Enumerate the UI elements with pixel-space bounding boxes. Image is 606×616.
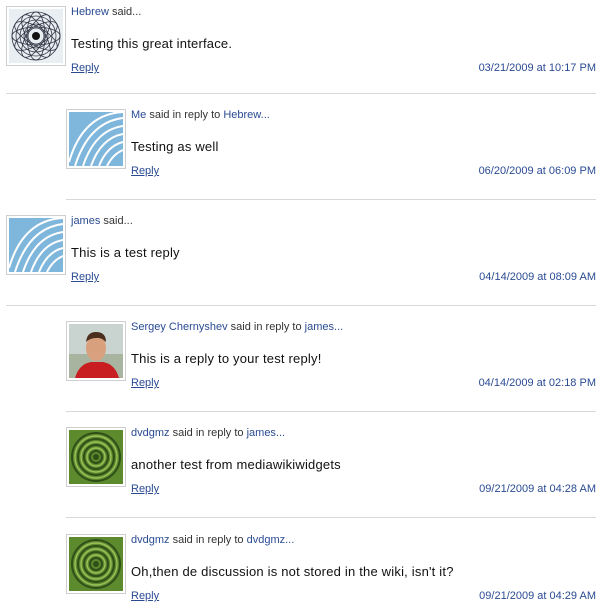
spiral-avatar bbox=[6, 6, 66, 66]
reply-to-link[interactable]: james... bbox=[305, 321, 344, 333]
comment-text: Oh,then de discussion is not stored in t… bbox=[131, 564, 454, 579]
comment-text: Testing this great interface. bbox=[71, 36, 233, 51]
green-pattern-avatar bbox=[66, 534, 126, 594]
author-link[interactable]: Hebrew bbox=[71, 6, 109, 18]
comment-date: 04/14/2009 at 08:09 AM bbox=[479, 271, 596, 283]
author-link[interactable]: Sergey Chernyshev bbox=[131, 321, 228, 333]
comment-text: Testing as well bbox=[131, 139, 219, 154]
comment-text: another test from mediawikiwidgets bbox=[131, 457, 341, 472]
reply-link[interactable]: Reply bbox=[131, 377, 159, 389]
blue-curves-avatar bbox=[6, 215, 66, 275]
author-link[interactable]: dvdgmz bbox=[131, 427, 170, 439]
reply-link[interactable]: Reply bbox=[131, 483, 159, 495]
author-link[interactable]: james bbox=[71, 215, 100, 227]
author-link[interactable]: Me bbox=[131, 109, 146, 121]
comment-item: Sergey Chernyshev said in reply to james… bbox=[66, 321, 596, 412]
reply-link[interactable]: Reply bbox=[71, 271, 99, 283]
said-label: said in reply to bbox=[172, 534, 244, 546]
comment-header: Sergey Chernyshev said in reply to james… bbox=[131, 321, 343, 333]
comment-header: dvdgmz said in reply to james... bbox=[131, 427, 285, 439]
comment-date: 06/20/2009 at 06:09 PM bbox=[478, 165, 596, 177]
said-label: said in reply to bbox=[172, 427, 244, 439]
comment-date: 03/21/2009 at 10:17 PM bbox=[478, 62, 596, 74]
comment-item: dvdgmz said in reply to dvdgmz... Oh,the… bbox=[66, 534, 596, 614]
comment-item: james said... This is a test reply Reply… bbox=[6, 215, 596, 306]
reply-to-link[interactable]: dvdgmz... bbox=[247, 534, 295, 546]
author-link[interactable]: dvdgmz bbox=[131, 534, 170, 546]
said-label: said in reply to bbox=[149, 109, 221, 121]
green-pattern-avatar bbox=[66, 427, 126, 487]
said-label: said... bbox=[111, 6, 142, 18]
said-label: said... bbox=[103, 215, 133, 227]
blue-curves-avatar bbox=[66, 109, 126, 169]
reply-link[interactable]: Reply bbox=[131, 590, 159, 602]
comment-header: dvdgmz said in reply to dvdgmz... bbox=[131, 534, 294, 546]
comment-header: Me said in reply to Hebrew... bbox=[131, 109, 270, 121]
comment-header: Hebrew said... bbox=[71, 6, 141, 18]
reply-link[interactable]: Reply bbox=[131, 165, 159, 177]
comment-text: This is a test reply bbox=[71, 245, 180, 260]
said-label: said in reply to bbox=[230, 321, 302, 333]
reply-link[interactable]: Reply bbox=[71, 62, 99, 74]
comment-date: 04/14/2009 at 02:18 PM bbox=[478, 377, 596, 389]
comment-item: Hebrew said... Testing this great interf… bbox=[6, 6, 596, 94]
comment-header: james said... bbox=[71, 215, 133, 227]
comment-date: 09/21/2009 at 04:29 AM bbox=[479, 590, 596, 602]
comment-item: dvdgmz said in reply to james... another… bbox=[66, 427, 596, 518]
comment-text: This is a reply to your test reply! bbox=[131, 351, 322, 366]
photo-avatar bbox=[66, 321, 126, 381]
reply-to-link[interactable]: james... bbox=[247, 427, 286, 439]
comment-item: Me said in reply to Hebrew... Testing as… bbox=[66, 109, 596, 200]
reply-to-link[interactable]: Hebrew... bbox=[223, 109, 269, 121]
comment-date: 09/21/2009 at 04:28 AM bbox=[479, 483, 596, 495]
